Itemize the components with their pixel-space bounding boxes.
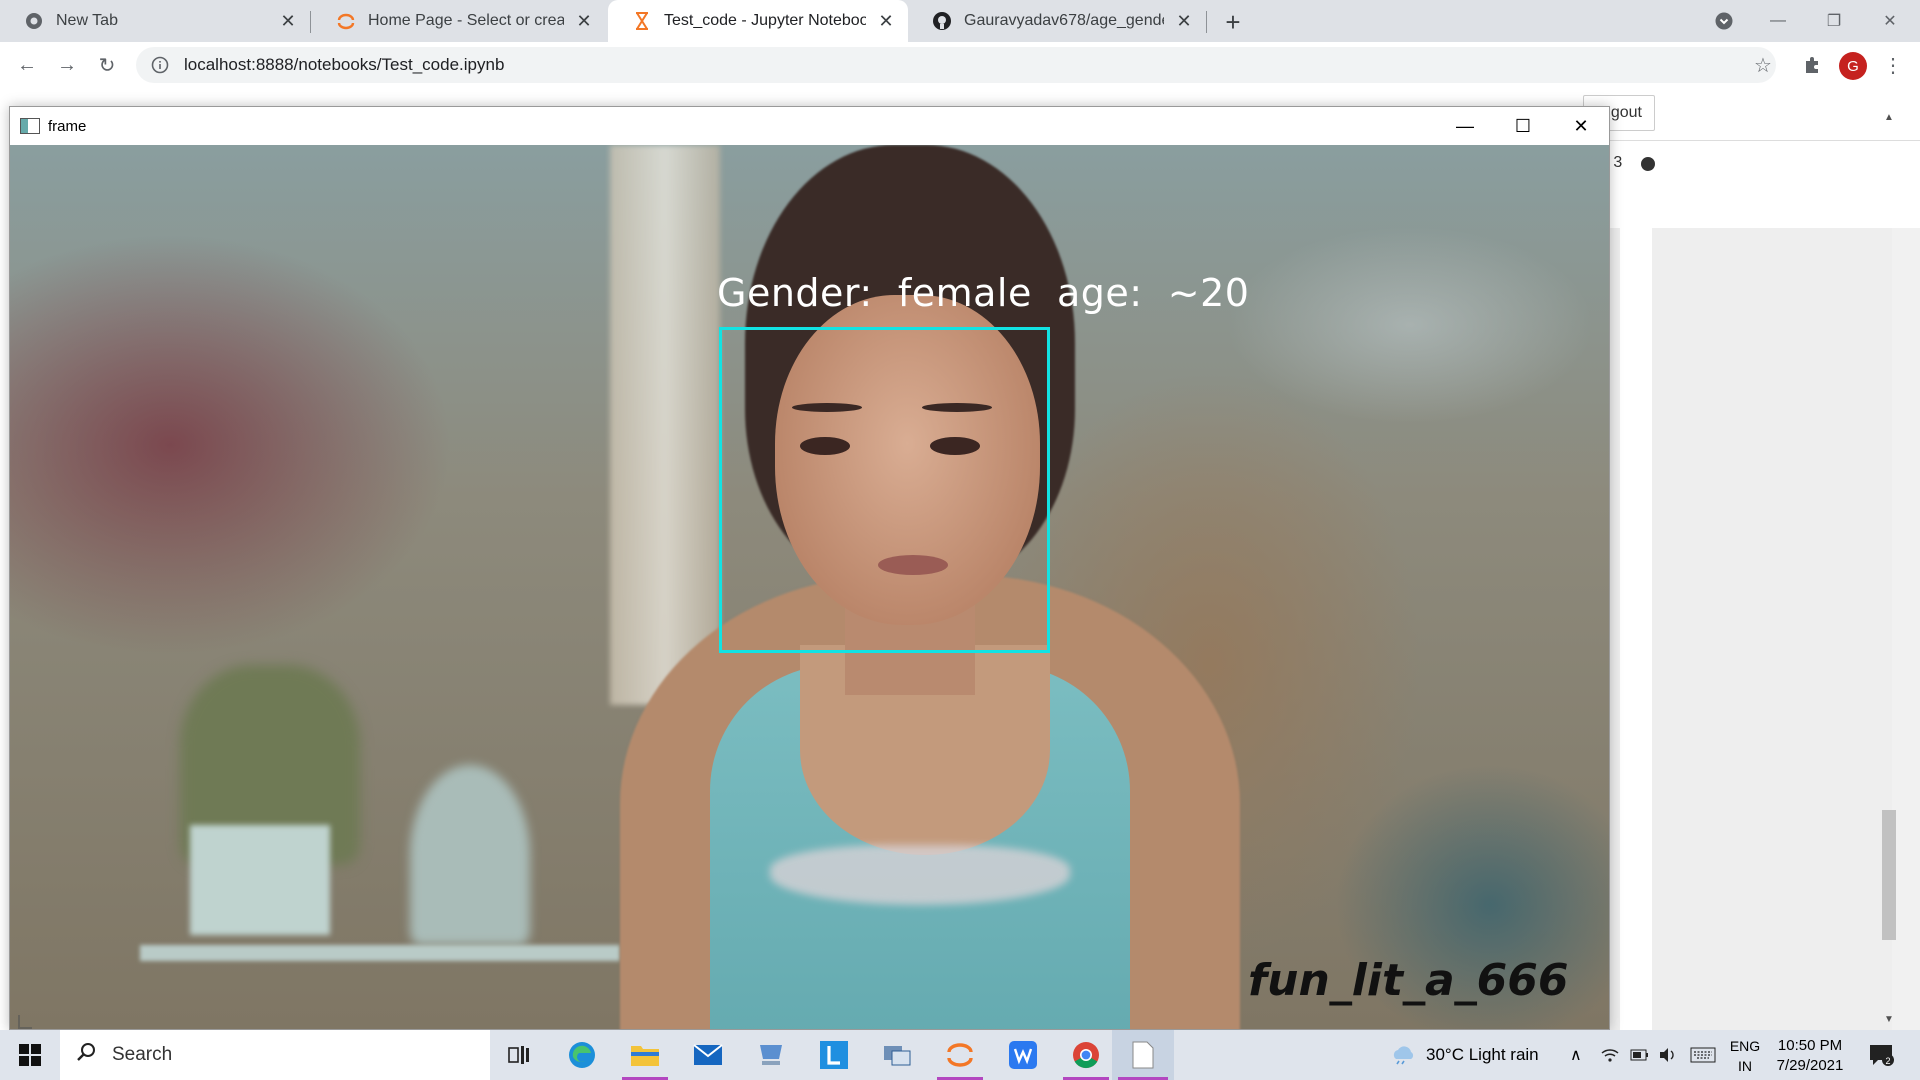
tab-home-page[interactable]: Home Page - Select or create a n ✕ (312, 0, 606, 42)
tab-title: Home Page - Select or create a n (368, 12, 564, 29)
watermark-text: fun_lit_a_666 (1248, 955, 1569, 1006)
show-hidden-icons-icon[interactable]: ∧ (1570, 1030, 1582, 1080)
extensions-icon[interactable] (1795, 48, 1829, 82)
clock-date: 7/29/2021 (1776, 1057, 1844, 1074)
hourglass-icon (632, 11, 652, 31)
notification-count: 2 (1885, 1056, 1890, 1066)
tab-new-tab[interactable]: New Tab ✕ (0, 0, 310, 42)
cv-maximize-button[interactable]: ☐ (1494, 107, 1552, 145)
window-title-bar[interactable]: frame (10, 107, 1609, 145)
forward-button[interactable]: → (50, 48, 84, 82)
notebook-margin (1610, 228, 1620, 1030)
person-undershirt (770, 845, 1070, 905)
language-code: ENG (1729, 1038, 1761, 1054)
cv-minimize-button[interactable]: — (1436, 107, 1494, 145)
page-scrollbar-thumb[interactable] (1882, 810, 1896, 940)
close-tab-icon[interactable]: ✕ (572, 9, 596, 33)
notebook-side-area (1652, 228, 1892, 1030)
browser-toolbar: ← → ↻ localhost:8888/notebooks/Test_code… (0, 42, 1920, 88)
back-button[interactable]: ← (10, 48, 44, 82)
search-placeholder: Search (112, 1044, 173, 1065)
jupyter-header-divider (1610, 140, 1920, 141)
url-text: localhost:8888/notebooks/Test_code.ipynb (184, 55, 505, 74)
scroll-down-icon[interactable]: ▼ (1884, 1014, 1894, 1025)
task-view-icon[interactable] (490, 1030, 548, 1080)
scroll-up-icon[interactable]: ▲ (1884, 112, 1894, 123)
wps-icon[interactable] (994, 1030, 1052, 1080)
background-railing (140, 945, 620, 961)
new-tab-button[interactable]: + (1218, 7, 1248, 37)
l-app-icon[interactable] (805, 1030, 863, 1080)
file-explorer-icon[interactable] (616, 1030, 674, 1080)
close-window-button[interactable]: ✕ (1862, 0, 1918, 42)
region-code: IN (1738, 1058, 1752, 1074)
start-button[interactable] (0, 1030, 60, 1080)
weather-text: 30°C Light rain (1426, 1045, 1539, 1064)
file-icon[interactable] (1112, 1030, 1174, 1080)
input-language[interactable]: ENG IN (1725, 1036, 1765, 1076)
site-info-icon[interactable] (150, 55, 170, 75)
github-icon (932, 11, 952, 31)
tab-title: Test_code - Jupyter Notebook (664, 12, 866, 29)
browser-menu-icon[interactable]: ⋮ (1876, 48, 1910, 82)
address-bar[interactable]: localhost:8888/notebooks/Test_code.ipynb (136, 47, 1776, 83)
close-tab-icon[interactable]: ✕ (276, 9, 300, 33)
taskbar-search-box[interactable]: Search (60, 1030, 490, 1080)
background-pillar (610, 145, 720, 705)
close-tab-icon[interactable]: ✕ (1172, 9, 1196, 33)
reload-button[interactable]: ↻ (90, 48, 124, 82)
bookmark-star-icon[interactable]: ☆ (1746, 48, 1780, 82)
mail-icon[interactable] (679, 1030, 737, 1080)
edge-icon[interactable] (553, 1030, 611, 1080)
rain-cloud-icon (1393, 1046, 1414, 1065)
volume-icon[interactable] (1658, 1030, 1678, 1080)
prediction-label: Gender: female age: ~20 (717, 271, 1250, 315)
background-pot (190, 825, 330, 935)
minimize-window-button[interactable]: — (1750, 0, 1806, 42)
python-app-icon (20, 118, 40, 134)
tab-test-code[interactable]: Test_code - Jupyter Notebook ✕ (608, 0, 908, 42)
battery-icon[interactable] (1630, 1030, 1650, 1080)
chrome-taskbar-icon[interactable] (1057, 1030, 1115, 1080)
tab-strip: New Tab ✕ Home Page - Select or create a… (0, 0, 1920, 42)
tab-title: Gauravyadav678/age_gender_pr (964, 12, 1164, 29)
windows-logo-icon (19, 1044, 41, 1066)
jupyter-icon (336, 11, 356, 31)
resize-grip-icon[interactable] (18, 1015, 32, 1029)
keyboard-icon[interactable] (1690, 1030, 1716, 1080)
background-statue (410, 765, 530, 945)
page-scrollbar[interactable] (1892, 228, 1920, 1030)
wifi-icon[interactable] (1600, 1030, 1620, 1080)
profile-avatar[interactable]: G (1839, 52, 1867, 80)
network-app-icon[interactable] (868, 1030, 926, 1080)
tab-title: New Tab (56, 12, 118, 29)
chrome-icon (24, 11, 44, 31)
tab-divider (310, 11, 311, 33)
window-title: frame (48, 117, 87, 135)
cv-close-button[interactable]: ✕ (1552, 107, 1610, 145)
system-clock[interactable]: 10:50 PM 7/29/2021 (1770, 1036, 1850, 1076)
clock-time: 10:50 PM (1777, 1037, 1843, 1054)
computer-icon[interactable] (742, 1030, 800, 1080)
tab-divider (1206, 11, 1207, 33)
opencv-frame-window: frame — ☐ ✕ Gender: female age: ~20 fun_… (9, 106, 1610, 1030)
jupyter-app-icon[interactable] (931, 1030, 989, 1080)
windows-taskbar: Search 30°C Light rain ∧ ENG IN 10:50 PM… (0, 1030, 1920, 1080)
video-frame: Gender: female age: ~20 fun_lit_a_666 (10, 145, 1609, 1029)
search-icon (76, 1042, 96, 1068)
tab-search-button[interactable] (1696, 0, 1752, 42)
weather-widget[interactable]: 30°C Light rain (1390, 1030, 1539, 1080)
kernel-busy-icon (1641, 157, 1655, 171)
face-detection-box (719, 327, 1050, 653)
notification-center-icon[interactable]: 2 (1866, 1040, 1896, 1070)
tab-github[interactable]: Gauravyadav678/age_gender_pr ✕ (908, 0, 1206, 42)
restore-window-button[interactable]: ❐ (1806, 0, 1862, 42)
close-tab-icon[interactable]: ✕ (874, 9, 898, 33)
